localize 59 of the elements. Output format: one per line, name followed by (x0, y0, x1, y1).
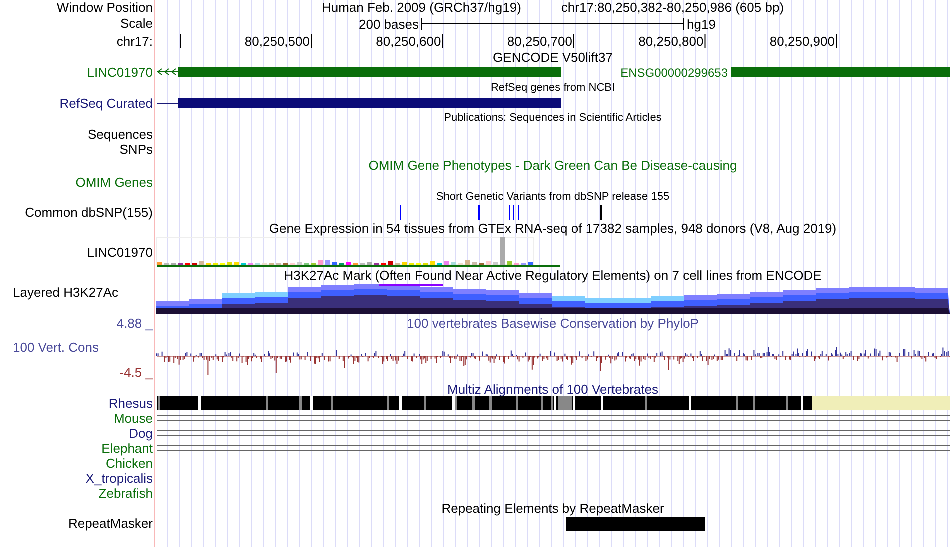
scale-text: 200 bases (359, 17, 419, 32)
assembly-title: Human Feb. 2009 (GRCh37/hg19) (322, 0, 522, 16)
row-label: Scale (120, 16, 153, 32)
track-title: 100 vertebrates Basewise Conservation by PhyloP (406, 316, 700, 332)
repeat-block[interactable] (566, 517, 705, 531)
ruler-tick (704, 34, 706, 48)
species-label[interactable]: Elephant (102, 441, 153, 456)
track-title: H3K27Ac Mark (Often Found Near Active Regulatory Elements) on 7 cell lines from ENCODE (283, 268, 823, 284)
ruler-tick (180, 34, 181, 48)
track-title: RefSeq genes from NCBI (490, 82, 616, 95)
ruler-tick (311, 34, 312, 48)
row-label: Window Position (56, 0, 153, 16)
track-title: Multiz Alignments of 100 Vertebrates (446, 384, 660, 396)
ruler-label: 80,250,800 (638, 34, 704, 49)
species-label[interactable]: Mouse (114, 411, 153, 426)
track-title: Gene Expression in 54 tissues from GTEx RNA-seq of 17382 samples, 948 donors (V8, Aug 2019) (268, 221, 838, 237)
track-label[interactable]: Layered H3K27Ac (0, 285, 119, 300)
ruler-tick (836, 34, 837, 48)
track-label[interactable]: LINC01970 (87, 245, 153, 260)
position-text: chr17:80,250,382-80,250,986 (605 bp) (561, 0, 784, 16)
variant-tick[interactable] (518, 205, 519, 220)
track-title: Publications: Sequences in Scientific Articles (443, 112, 663, 125)
chromosome-label: chr17: (116, 33, 153, 49)
variant-tick[interactable] (400, 205, 401, 220)
intron-line (156, 103, 178, 104)
track-title: GENCODE V50lift37 (492, 50, 614, 66)
species-label[interactable]: Zebrafish (98, 486, 153, 501)
gene-block[interactable] (178, 98, 561, 108)
gene-block[interactable] (178, 67, 561, 77)
axis-min-label: -4.5 _ (120, 365, 153, 380)
variant-tick[interactable] (478, 205, 480, 220)
ruler-label: 80,250,600 (376, 34, 442, 49)
track-label[interactable]: Common dbSNP(155) (25, 205, 153, 220)
ruler-label: 80,250,500 (244, 34, 310, 49)
gene-name-label[interactable]: ENSG00000299653 (620, 66, 728, 80)
ruler-label: 80,250,700 (507, 34, 572, 49)
ruler-label: 80,250,900 (770, 34, 835, 49)
strand-arrows (156, 68, 178, 76)
variant-tick[interactable] (513, 205, 514, 220)
track-label[interactable]: RefSeq Curated (60, 96, 153, 111)
track-label[interactable]: Sequences (88, 127, 153, 142)
track-label[interactable]: OMIM Genes (76, 175, 153, 190)
assembly-text: hg19 (687, 17, 716, 32)
species-label[interactable]: Chicken (106, 456, 153, 471)
gene-block[interactable] (731, 67, 950, 77)
track-label[interactable]: SNPs (120, 142, 153, 157)
track-title: OMIM Gene Phenotypes - Dark Green Can Be Disease-causing (368, 158, 738, 174)
species-label[interactable]: X_tropicalis (86, 471, 153, 486)
track-title: Short Genetic Variants from dbSNP release 155 (435, 190, 671, 205)
variant-tick[interactable] (509, 205, 510, 220)
track-title: Repeating Elements by RepeatMasker (440, 501, 666, 517)
axis-max-label: 4.88 _ (116, 316, 153, 331)
species-label[interactable]: Dog (129, 426, 153, 441)
track-label[interactable]: RepeatMasker (68, 516, 153, 531)
variant-tick[interactable] (600, 205, 602, 220)
species-label[interactable]: Rhesus (108, 396, 153, 411)
ruler-tick (442, 34, 444, 48)
track-label[interactable]: LINC01970 (87, 65, 153, 80)
track-label[interactable]: 100 Vert. Cons (0, 340, 99, 355)
